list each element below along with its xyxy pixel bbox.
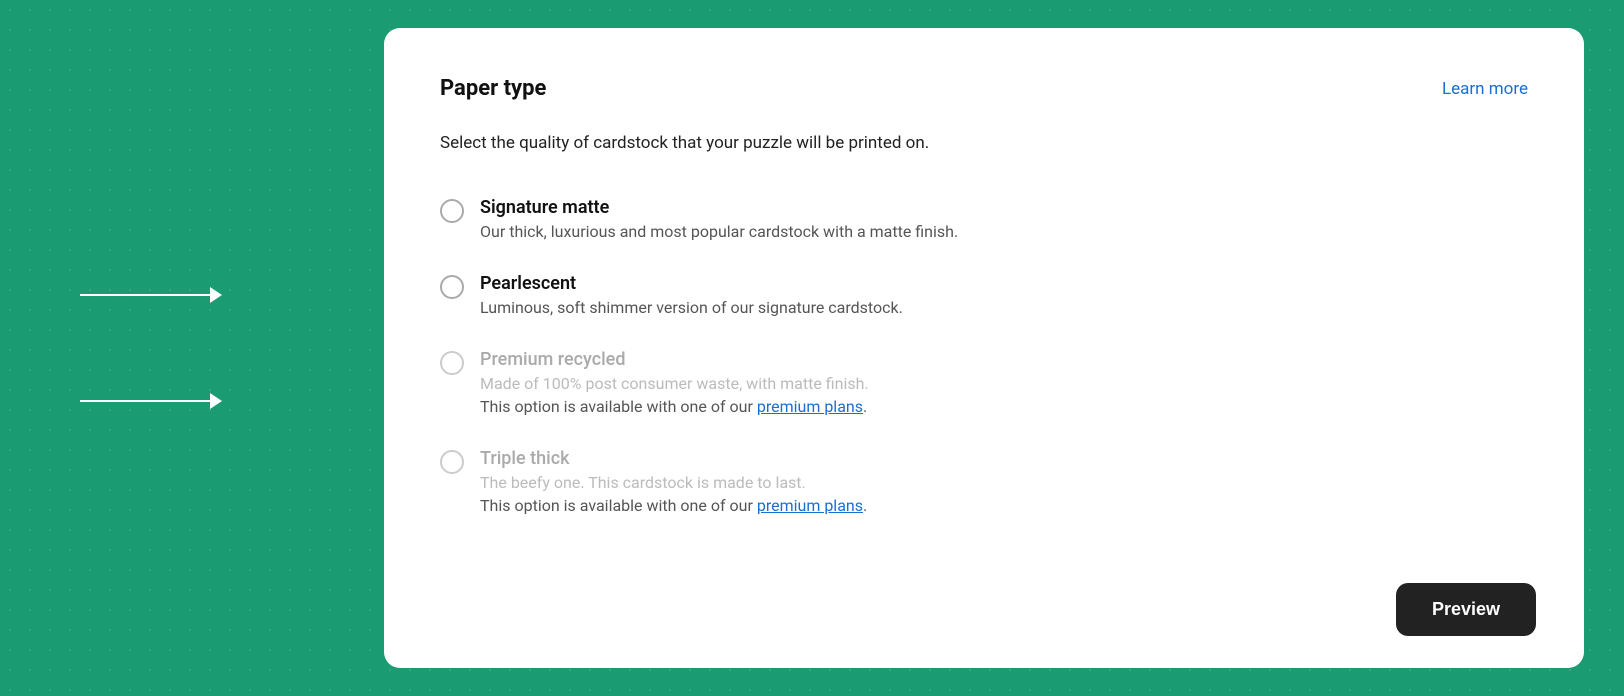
arrow-line-bottom (80, 400, 210, 402)
radio-signature-matte[interactable] (440, 199, 464, 223)
radio-wrapper-pearlescent[interactable] (440, 275, 464, 299)
option-signature-matte[interactable]: Signature matte Our thick, luxurious and… (440, 181, 1528, 257)
option-label-triple-thick: Triple thick (480, 448, 867, 469)
option-desc-pearlescent: Luminous, soft shimmer version of our si… (480, 298, 903, 317)
radio-premium-recycled (440, 351, 464, 375)
option-label-premium-recycled: Premium recycled (480, 349, 869, 370)
premium-text-pre-recycled: This option is available with one of our (480, 397, 757, 416)
arrow-head-bottom (210, 393, 222, 409)
premium-plans-link-triple[interactable]: premium plans (757, 496, 863, 515)
panel-header: Paper type Learn more (440, 76, 1528, 101)
preview-button[interactable]: Preview (1396, 583, 1536, 636)
option-content-premium-recycled: Premium recycled Made of 100% post consu… (480, 349, 869, 416)
option-premium-text-recycled: This option is available with one of our… (480, 397, 869, 416)
radio-triple-thick (440, 450, 464, 474)
option-content-pearlescent: Pearlescent Luminous, soft shimmer versi… (480, 273, 903, 317)
option-label-pearlescent: Pearlescent (480, 273, 903, 294)
arrow-line-top (80, 294, 210, 296)
radio-wrapper-signature-matte[interactable] (440, 199, 464, 223)
radio-wrapper-triple-thick (440, 450, 464, 474)
option-triple-thick: Triple thick The beefy one. This cardsto… (440, 432, 1528, 531)
option-content-triple-thick: Triple thick The beefy one. This cardsto… (480, 448, 867, 515)
learn-more-link[interactable]: Learn more (1442, 79, 1528, 99)
options-list: Signature matte Our thick, luxurious and… (440, 181, 1528, 531)
radio-pearlescent[interactable] (440, 275, 464, 299)
arrow-decorations (80, 287, 222, 409)
option-label-signature-matte: Signature matte (480, 197, 958, 218)
arrow-top (80, 287, 222, 303)
option-premium-recycled: Premium recycled Made of 100% post consu… (440, 333, 1528, 432)
option-desc-signature-matte: Our thick, luxurious and most popular ca… (480, 222, 958, 241)
subtitle: Select the quality of cardstock that you… (440, 133, 1528, 153)
premium-plans-link-recycled[interactable]: premium plans (757, 397, 863, 416)
radio-wrapper-premium-recycled (440, 351, 464, 375)
option-desc-triple-thick: The beefy one. This cardstock is made to… (480, 473, 867, 492)
option-premium-text-triple: This option is available with one of our… (480, 496, 867, 515)
premium-text-post-triple: . (863, 496, 867, 515)
premium-text-post-recycled: . (863, 397, 867, 416)
paper-type-panel: Paper type Learn more Select the quality… (384, 28, 1584, 668)
panel-title: Paper type (440, 76, 546, 101)
arrow-bottom (80, 393, 222, 409)
option-pearlescent[interactable]: Pearlescent Luminous, soft shimmer versi… (440, 257, 1528, 333)
option-desc-premium-recycled: Made of 100% post consumer waste, with m… (480, 374, 869, 393)
arrow-head-top (210, 287, 222, 303)
premium-text-pre-triple: This option is available with one of our (480, 496, 757, 515)
option-content-signature-matte: Signature matte Our thick, luxurious and… (480, 197, 958, 241)
